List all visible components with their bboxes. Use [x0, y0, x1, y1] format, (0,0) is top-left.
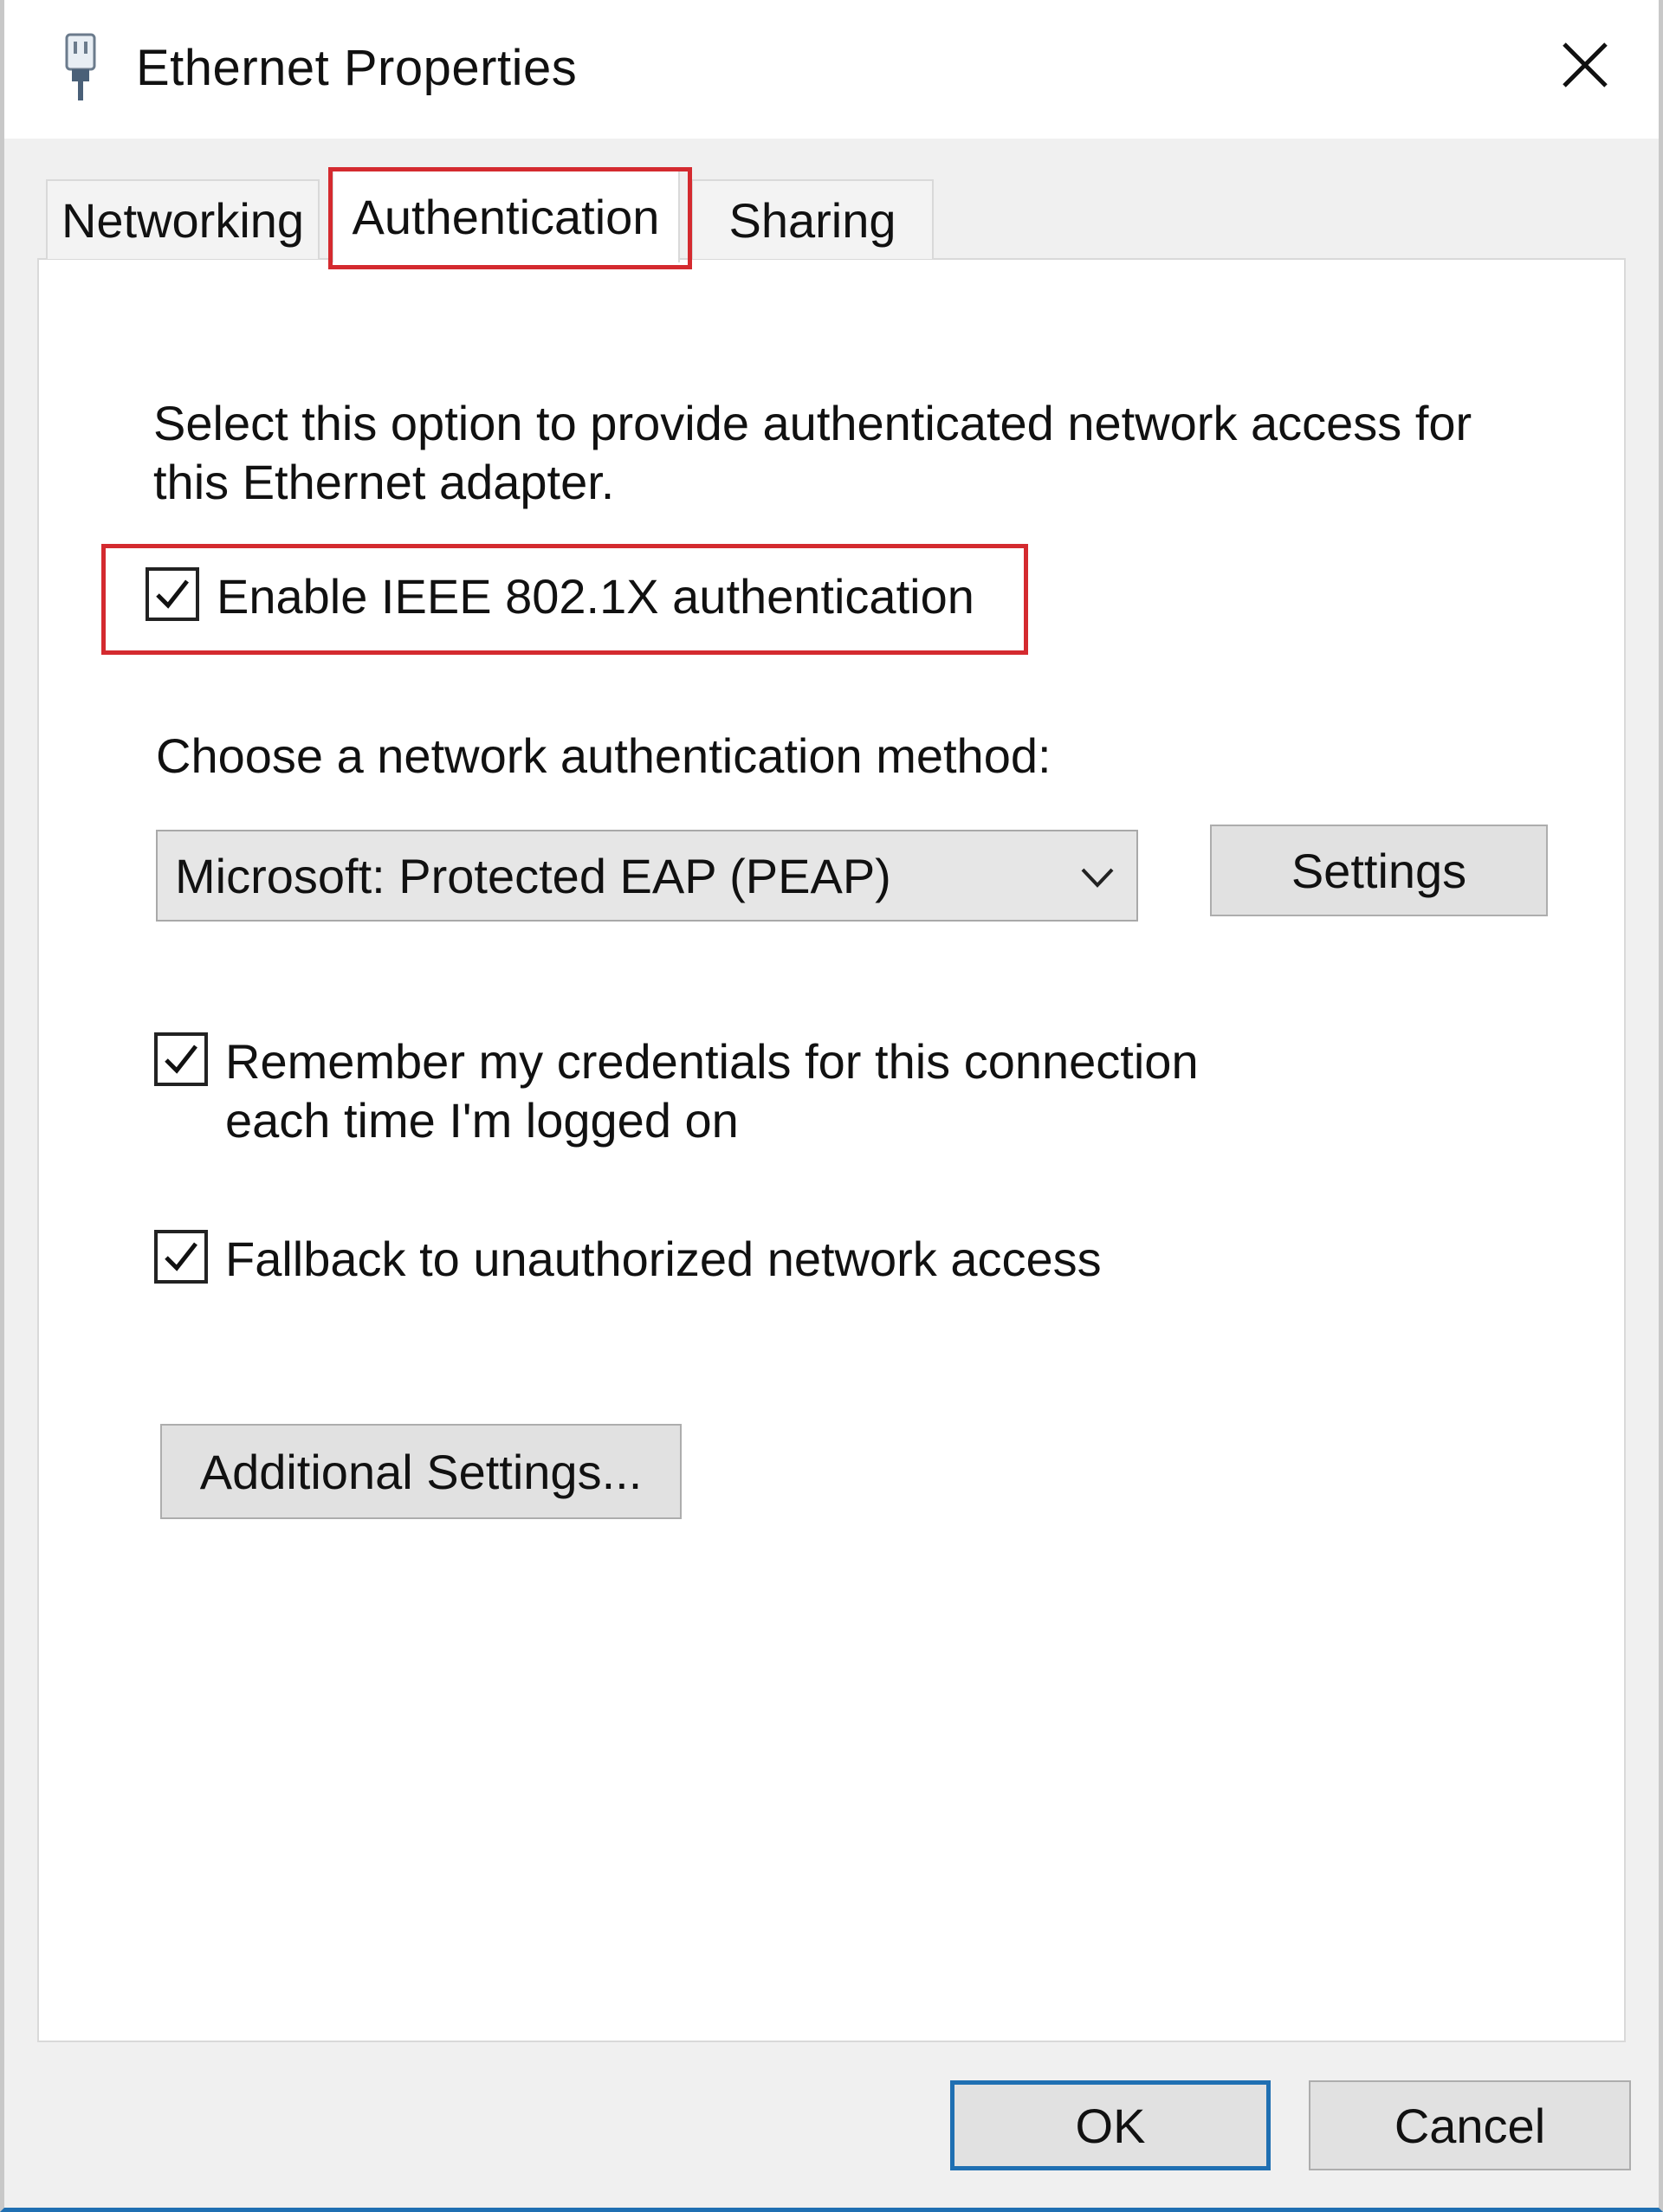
tab-authentication[interactable]: Authentication: [332, 169, 680, 262]
fallback-checkbox[interactable]: [154, 1230, 208, 1284]
chevron-down-icon: [1081, 868, 1114, 888]
enable-8021x-checkbox[interactable]: [146, 567, 199, 621]
authentication-panel: [37, 258, 1626, 2042]
remember-credentials-checkbox-row[interactable]: Remember my credentials for this connect…: [154, 1032, 1323, 1150]
tab-sharing[interactable]: Sharing: [691, 179, 934, 259]
enable-8021x-label: Enable IEEE 802.1X authentication: [217, 569, 974, 624]
checkmark-icon: [165, 1045, 197, 1074]
fallback-label: Fallback to unauthorized network access: [225, 1232, 1102, 1286]
network-adapter-icon: [65, 33, 96, 100]
remember-credentials-checkbox[interactable]: [154, 1032, 208, 1086]
tab-authentication-label: Authentication: [352, 189, 660, 244]
ok-button[interactable]: OK: [950, 2080, 1271, 2170]
cancel-button[interactable]: Cancel: [1309, 2080, 1631, 2170]
authentication-method-dropdown[interactable]: Microsoft: Protected EAP (PEAP): [156, 830, 1138, 922]
enable-8021x-checkbox-row[interactable]: Enable IEEE 802.1X authentication: [146, 567, 974, 626]
close-button[interactable]: [1546, 26, 1624, 104]
tab-sharing-label: Sharing: [728, 192, 896, 248]
title-bar: Ethernet Properties: [4, 0, 1659, 139]
window-title: Ethernet Properties: [136, 40, 578, 96]
checkmark-icon: [165, 1242, 197, 1271]
tab-networking-label: Networking: [61, 192, 305, 248]
fallback-checkbox-row[interactable]: Fallback to unauthorized network access: [154, 1230, 1102, 1289]
additional-settings-button[interactable]: Additional Settings...: [160, 1424, 682, 1519]
dropdown-selected-value: Microsoft: Protected EAP (PEAP): [175, 848, 891, 903]
description-text: Select this option to provide authentica…: [153, 396, 1472, 509]
tab-networking[interactable]: Networking: [46, 179, 320, 259]
remember-credentials-label: Remember my credentials for this connect…: [225, 1034, 1199, 1148]
method-label: Choose a network authentication method:: [156, 728, 1052, 783]
close-icon: [1563, 42, 1608, 87]
settings-button[interactable]: Settings: [1210, 825, 1548, 916]
ethernet-properties-dialog: Ethernet Properties Networking Authentic…: [0, 0, 1663, 2212]
checkmark-icon: [156, 579, 189, 609]
